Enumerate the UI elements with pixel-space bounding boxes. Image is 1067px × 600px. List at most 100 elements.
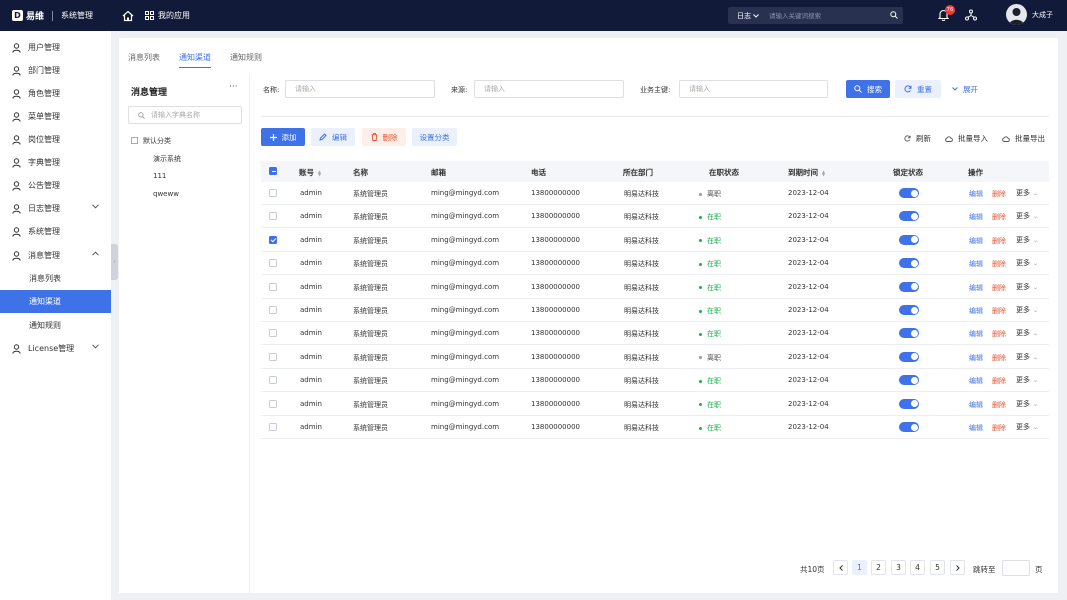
lock-toggle[interactable] [899, 211, 919, 222]
tab-notify-rules[interactable]: 通知规则 [230, 52, 262, 68]
row-delete-link[interactable]: 删除 [992, 423, 1006, 433]
name-input[interactable] [285, 80, 435, 98]
network-icon[interactable] [965, 9, 977, 23]
row-checkbox[interactable] [269, 259, 277, 268]
sidebar-item-logs[interactable]: 日志管理 [0, 197, 111, 220]
row-checkbox[interactable] [269, 399, 277, 408]
app-logo[interactable]: D 易维 [12, 9, 44, 22]
row-edit-link[interactable]: 编辑 [969, 283, 983, 293]
home-icon[interactable] [121, 9, 135, 23]
row-checkbox[interactable] [269, 423, 277, 431]
row-more-dropdown[interactable]: 更多 ⌄ [1016, 305, 1038, 315]
sidebar-item-notify-channels[interactable]: 通知渠道 [0, 290, 111, 313]
page-button[interactable]: 3 [891, 560, 906, 575]
row-delete-link[interactable]: 删除 [992, 283, 1006, 293]
sidebar-item-positions[interactable]: 岗位管理 [0, 128, 111, 151]
lock-toggle[interactable] [899, 422, 919, 432]
lock-toggle[interactable] [899, 281, 919, 292]
row-edit-link[interactable]: 编辑 [969, 236, 983, 246]
row-checkbox[interactable] [269, 306, 277, 314]
header-expire[interactable]: 到期时间 ▲ ▼ [788, 167, 825, 178]
row-delete-link[interactable]: 删除 [992, 306, 1006, 316]
row-edit-link[interactable]: 编辑 [969, 189, 983, 199]
lock-toggle[interactable] [899, 375, 919, 386]
lock-toggle[interactable] [899, 398, 919, 409]
sidebar-item-users[interactable]: 用户管理 [0, 36, 111, 59]
source-input[interactable] [474, 80, 624, 98]
add-button[interactable]: 添加 [261, 128, 305, 146]
tree-node[interactable]: qweww [153, 190, 179, 198]
search-input[interactable] [761, 11, 885, 20]
collapse-icon[interactable] [131, 136, 138, 144]
row-delete-link[interactable]: 删除 [992, 329, 1006, 339]
business-key-input[interactable] [679, 80, 828, 98]
row-more-dropdown[interactable]: 更多 ⌄ [1016, 422, 1038, 432]
select-all-checkbox[interactable] [269, 167, 277, 175]
sidebar-item-announcements[interactable]: 公告管理 [0, 174, 111, 197]
row-more-dropdown[interactable]: 更多 ⌄ [1016, 399, 1038, 409]
sort-icon[interactable]: ▲ ▼ [822, 169, 825, 176]
row-delete-link[interactable]: 删除 [992, 400, 1006, 410]
tab-message-list[interactable]: 消息列表 [128, 52, 160, 68]
sidebar-item-notify-rules[interactable]: 通知规则 [0, 314, 111, 337]
row-more-dropdown[interactable]: 更多 ⌄ [1016, 328, 1038, 338]
row-delete-link[interactable]: 删除 [992, 236, 1006, 246]
header-account[interactable]: 账号 ▲ ▼ [299, 167, 321, 178]
sidebar-item-menus[interactable]: 菜单管理 [0, 105, 111, 128]
row-checkbox[interactable] [269, 212, 277, 221]
row-more-dropdown[interactable]: 更多 ⌄ [1016, 352, 1038, 362]
edit-button[interactable]: 编辑 [311, 128, 355, 146]
page-button[interactable]: 2 [871, 560, 886, 575]
tree-node-root[interactable]: 默认分类 [131, 136, 171, 146]
sidebar-item-messages[interactable]: 消息管理 [0, 244, 111, 267]
search-button[interactable]: 搜索 [846, 80, 890, 98]
row-checkbox[interactable] [269, 235, 277, 244]
row-checkbox[interactable] [269, 282, 277, 291]
more-icon[interactable]: ··· [229, 82, 238, 92]
search-type-select[interactable]: 日志 [728, 11, 761, 21]
row-edit-link[interactable]: 编辑 [969, 400, 983, 410]
tab-notify-channels[interactable]: 通知渠道 [179, 52, 211, 68]
row-checkbox[interactable] [269, 376, 277, 385]
row-edit-link[interactable]: 编辑 [969, 259, 983, 269]
row-edit-link[interactable]: 编辑 [969, 329, 983, 339]
row-more-dropdown[interactable]: 更多 ⌄ [1016, 211, 1038, 221]
row-more-dropdown[interactable]: 更多 ⌄ [1016, 188, 1038, 198]
lock-toggle[interactable] [899, 328, 919, 339]
sort-icon[interactable]: ▲ ▼ [318, 169, 321, 176]
sidebar-item-license[interactable]: License管理 [0, 337, 111, 360]
page-button[interactable]: 1 [852, 560, 867, 575]
reset-button[interactable]: 重置 [895, 80, 941, 98]
row-edit-link[interactable]: 编辑 [969, 306, 983, 316]
delete-button[interactable]: 删除 [362, 128, 406, 146]
row-delete-link[interactable]: 删除 [992, 376, 1006, 386]
jump-page-input[interactable] [1002, 560, 1030, 576]
sidebar-item-roles[interactable]: 角色管理 [0, 82, 111, 105]
sidebar-item-dictionary[interactable]: 字典管理 [0, 151, 111, 174]
row-checkbox[interactable] [269, 329, 277, 338]
tree-search-input[interactable] [151, 111, 241, 119]
sidebar-collapse-handle[interactable]: ‹ [111, 244, 118, 280]
set-category-button[interactable]: 设置分类 [412, 128, 457, 146]
row-delete-link[interactable]: 删除 [992, 259, 1006, 269]
page-button[interactable]: 4 [910, 560, 925, 575]
user-menu[interactable]: 大成子 [1006, 4, 1053, 25]
batch-import-button[interactable]: 批量导入 [945, 133, 988, 144]
row-edit-link[interactable]: 编辑 [969, 423, 983, 433]
sidebar-item-system[interactable]: 系统管理 [0, 220, 111, 243]
next-page-button[interactable] [950, 560, 965, 575]
row-more-dropdown[interactable]: 更多 ⌄ [1016, 235, 1038, 245]
prev-page-button[interactable] [833, 560, 848, 575]
row-more-dropdown[interactable]: 更多 ⌄ [1016, 375, 1038, 385]
row-checkbox[interactable] [269, 189, 277, 197]
search-icon[interactable] [885, 10, 903, 21]
row-delete-link[interactable]: 删除 [992, 353, 1006, 363]
lock-toggle[interactable] [899, 351, 919, 362]
row-checkbox[interactable] [269, 352, 277, 361]
row-edit-link[interactable]: 编辑 [969, 376, 983, 386]
page-button[interactable]: 5 [930, 560, 945, 575]
row-more-dropdown[interactable]: 更多 ⌄ [1016, 282, 1038, 292]
lock-toggle[interactable] [899, 188, 919, 198]
row-delete-link[interactable]: 删除 [992, 189, 1006, 199]
my-apps-button[interactable]: 我的应用 [145, 10, 190, 21]
